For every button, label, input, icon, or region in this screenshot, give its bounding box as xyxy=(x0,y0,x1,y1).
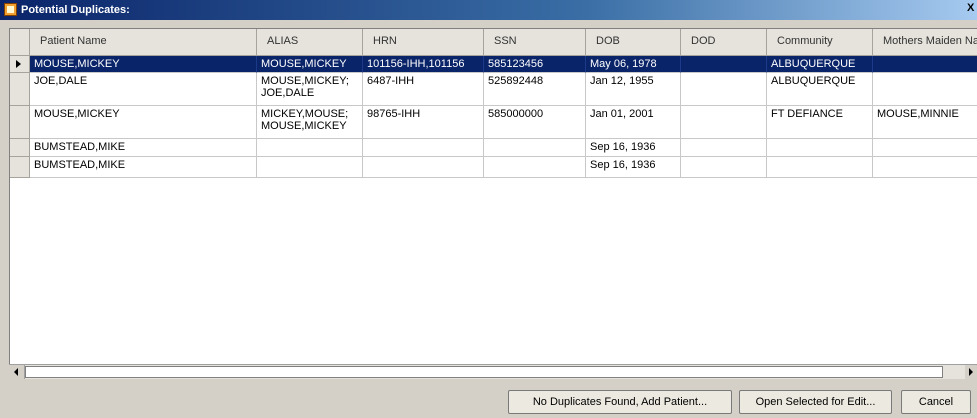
cell-alias[interactable] xyxy=(257,157,363,178)
close-button[interactable]: X xyxy=(967,2,977,17)
cell-mothers-maiden-name[interactable]: MOUSE,MINNIE xyxy=(873,106,977,139)
cell-mothers-maiden-name[interactable] xyxy=(873,56,977,73)
scroll-left-button[interactable] xyxy=(9,365,25,379)
cell-dod[interactable] xyxy=(681,73,767,106)
row-header[interactable] xyxy=(10,139,30,157)
cell-community[interactable]: ALBUQUERQUE xyxy=(767,56,873,73)
column-header-dod[interactable]: DOD xyxy=(681,29,767,56)
column-header-hrn[interactable]: HRN xyxy=(363,29,484,56)
table-row[interactable]: BUMSTEAD,MIKE Sep 16, 1936 xyxy=(10,139,977,157)
no-duplicates-add-patient-button[interactable]: No Duplicates Found, Add Patient... xyxy=(508,390,732,414)
cell-hrn[interactable]: 98765-IHH xyxy=(363,106,484,139)
cell-community[interactable] xyxy=(767,157,873,178)
cell-dob[interactable]: Sep 16, 1936 xyxy=(586,139,681,157)
cell-patient-name[interactable]: JOE,DALE xyxy=(30,73,257,106)
cell-mothers-maiden-name[interactable] xyxy=(873,73,977,106)
window-title: Potential Duplicates: xyxy=(21,4,130,16)
cell-patient-name[interactable]: MOUSE,MICKEY xyxy=(30,106,257,139)
column-header-patient-name[interactable]: Patient Name xyxy=(30,29,257,56)
duplicates-grid[interactable]: Patient Name ALIAS HRN SSN DOB DOD Commu… xyxy=(9,28,977,364)
cell-dod[interactable] xyxy=(681,56,767,73)
current-row-arrow-icon xyxy=(16,60,21,68)
cell-alias[interactable]: MICKEY,MOUSE; MOUSE,MICKEY xyxy=(257,106,363,139)
column-header-dob[interactable]: DOB xyxy=(586,29,681,56)
cell-alias[interactable]: MOUSE,MICKEY; JOE,DALE xyxy=(257,73,363,106)
row-header[interactable] xyxy=(10,56,30,73)
table-row[interactable]: BUMSTEAD,MIKE Sep 16, 1936 xyxy=(10,157,977,178)
cell-ssn[interactable]: 525892448 xyxy=(484,73,586,106)
cell-community[interactable]: ALBUQUERQUE xyxy=(767,73,873,106)
cell-ssn[interactable]: 585123456 xyxy=(484,56,586,73)
header-corner xyxy=(10,29,30,56)
cell-mothers-maiden-name[interactable] xyxy=(873,139,977,157)
row-header[interactable] xyxy=(10,73,30,106)
cancel-button[interactable]: Cancel xyxy=(901,390,971,414)
cell-mothers-maiden-name[interactable] xyxy=(873,157,977,178)
cell-community[interactable] xyxy=(767,139,873,157)
cell-dod[interactable] xyxy=(681,106,767,139)
column-header-ssn[interactable]: SSN xyxy=(484,29,586,56)
title-bar: Potential Duplicates: X xyxy=(0,0,977,20)
cell-hrn[interactable] xyxy=(363,139,484,157)
column-header-community[interactable]: Community xyxy=(767,29,873,56)
cell-dob[interactable]: May 06, 1978 xyxy=(586,56,681,73)
cell-community[interactable]: FT DEFIANCE xyxy=(767,106,873,139)
cell-hrn[interactable] xyxy=(363,157,484,178)
scroll-right-button[interactable] xyxy=(965,365,977,379)
row-header[interactable] xyxy=(10,106,30,139)
cell-patient-name[interactable]: MOUSE,MICKEY xyxy=(30,56,257,73)
row-header[interactable] xyxy=(10,157,30,178)
horizontal-scrollbar[interactable] xyxy=(9,364,977,379)
table-row[interactable]: MOUSE,MICKEY MICKEY,MOUSE; MOUSE,MICKEY … xyxy=(10,106,977,139)
cell-ssn[interactable] xyxy=(484,139,586,157)
scroll-thumb[interactable] xyxy=(25,366,943,378)
cell-dob[interactable]: Sep 16, 1936 xyxy=(586,157,681,178)
cell-ssn[interactable]: 585000000 xyxy=(484,106,586,139)
cell-alias[interactable]: MOUSE,MICKEY xyxy=(257,56,363,73)
table-row[interactable]: MOUSE,MICKEY MOUSE,MICKEY 101156-IHH,101… xyxy=(10,56,977,73)
cell-dob[interactable]: Jan 12, 1955 xyxy=(586,73,681,106)
open-selected-for-edit-button[interactable]: Open Selected for Edit... xyxy=(739,390,892,414)
cell-ssn[interactable] xyxy=(484,157,586,178)
cell-alias[interactable] xyxy=(257,139,363,157)
cell-patient-name[interactable]: BUMSTEAD,MIKE xyxy=(30,157,257,178)
cell-hrn[interactable]: 6487-IHH xyxy=(363,73,484,106)
cell-dob[interactable]: Jan 01, 2001 xyxy=(586,106,681,139)
column-header-alias[interactable]: ALIAS xyxy=(257,29,363,56)
cell-hrn[interactable]: 101156-IHH,101156 xyxy=(363,56,484,73)
cell-patient-name[interactable]: BUMSTEAD,MIKE xyxy=(30,139,257,157)
cell-dod[interactable] xyxy=(681,139,767,157)
table-row[interactable]: JOE,DALE MOUSE,MICKEY; JOE,DALE 6487-IHH… xyxy=(10,73,977,106)
cell-dod[interactable] xyxy=(681,157,767,178)
column-header-mothers-maiden-name[interactable]: Mothers Maiden Na xyxy=(873,29,977,56)
grid-header-row: Patient Name ALIAS HRN SSN DOB DOD Commu… xyxy=(10,29,977,56)
app-icon xyxy=(4,3,17,16)
